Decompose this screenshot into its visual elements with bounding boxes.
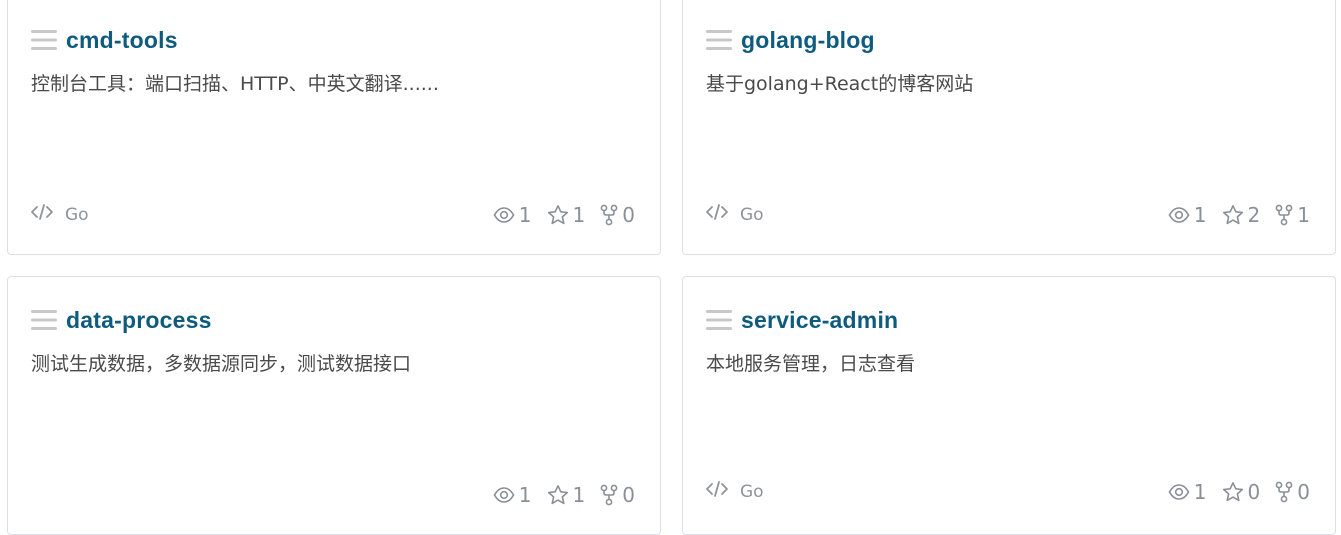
watchers-stat[interactable]: 1 <box>493 203 532 227</box>
stars-stat[interactable]: 1 <box>547 203 586 227</box>
fork-icon <box>600 484 622 506</box>
watchers-count: 1 <box>1193 203 1207 227</box>
eye-icon <box>493 486 519 504</box>
drag-handle-icon[interactable] <box>706 28 732 52</box>
repo-stats: 1 1 0 <box>493 203 635 227</box>
repo-card: golang-blog 基于golang+React的博客网站 Go 1 2 1 <box>682 0 1336 255</box>
stars-count: 0 <box>1247 480 1261 504</box>
repo-language: Go <box>30 203 89 226</box>
forks-stat[interactable]: 0 <box>1275 480 1310 504</box>
star-icon <box>547 484 573 506</box>
forks-count: 0 <box>1297 480 1310 504</box>
watchers-count: 1 <box>518 483 532 507</box>
fork-icon <box>600 204 622 226</box>
repo-name-link[interactable]: data-process <box>66 307 212 334</box>
repo-stats: 1 2 1 <box>1168 203 1310 227</box>
eye-icon <box>493 206 519 224</box>
watchers-stat[interactable]: 1 <box>1168 480 1207 504</box>
card-header: service-admin <box>706 305 898 335</box>
forks-count: 0 <box>622 203 635 227</box>
stars-stat[interactable]: 0 <box>1222 480 1261 504</box>
repo-name-link[interactable]: golang-blog <box>741 27 875 54</box>
repo-card: data-process 测试生成数据，多数据源同步，测试数据接口 1 1 0 <box>7 276 661 535</box>
drag-handle-icon[interactable] <box>31 308 57 332</box>
watchers-stat[interactable]: 1 <box>1168 203 1207 227</box>
stars-count: 1 <box>572 483 586 507</box>
watchers-count: 1 <box>518 203 532 227</box>
repo-stats: 1 0 0 <box>1168 480 1310 504</box>
code-icon <box>705 480 740 503</box>
star-icon <box>1222 481 1248 503</box>
card-header: cmd-tools <box>31 25 178 55</box>
forks-count: 0 <box>622 483 635 507</box>
repo-language: Go <box>705 480 764 503</box>
card-header: data-process <box>31 305 212 335</box>
forks-stat[interactable]: 0 <box>600 203 635 227</box>
watchers-stat[interactable]: 1 <box>493 483 532 507</box>
stars-stat[interactable]: 2 <box>1222 203 1261 227</box>
forks-count: 1 <box>1297 203 1310 227</box>
fork-icon <box>1275 204 1297 226</box>
code-icon <box>705 203 740 226</box>
language-label: Go <box>740 481 764 502</box>
star-icon <box>547 204 573 226</box>
card-header: golang-blog <box>706 25 875 55</box>
forks-stat[interactable]: 0 <box>600 483 635 507</box>
language-label: Go <box>740 204 764 225</box>
eye-icon <box>1168 206 1194 224</box>
repo-card: service-admin 本地服务管理，日志查看 Go 1 0 0 <box>682 276 1336 535</box>
repo-name-link[interactable]: cmd-tools <box>66 27 178 54</box>
eye-icon <box>1168 483 1194 501</box>
language-label: Go <box>65 204 89 225</box>
repo-description: 控制台工具：端口扫描、HTTP、中英文翻译...... <box>31 73 439 95</box>
repo-language: Go <box>705 203 764 226</box>
forks-stat[interactable]: 1 <box>1275 203 1310 227</box>
repo-stats: 1 1 0 <box>493 483 635 507</box>
stars-count: 2 <box>1247 203 1261 227</box>
repo-card: cmd-tools 控制台工具：端口扫描、HTTP、中英文翻译...... Go… <box>7 0 661 255</box>
drag-handle-icon[interactable] <box>31 28 57 52</box>
watchers-count: 1 <box>1193 480 1207 504</box>
repo-description: 基于golang+React的博客网站 <box>706 73 974 95</box>
stars-count: 1 <box>572 203 586 227</box>
drag-handle-icon[interactable] <box>706 308 732 332</box>
stars-stat[interactable]: 1 <box>547 483 586 507</box>
repo-description: 测试生成数据，多数据源同步，测试数据接口 <box>31 353 412 375</box>
code-icon <box>30 203 65 226</box>
star-icon <box>1222 204 1248 226</box>
repo-description: 本地服务管理，日志查看 <box>706 353 916 375</box>
fork-icon <box>1275 481 1297 503</box>
repo-name-link[interactable]: service-admin <box>741 307 898 334</box>
